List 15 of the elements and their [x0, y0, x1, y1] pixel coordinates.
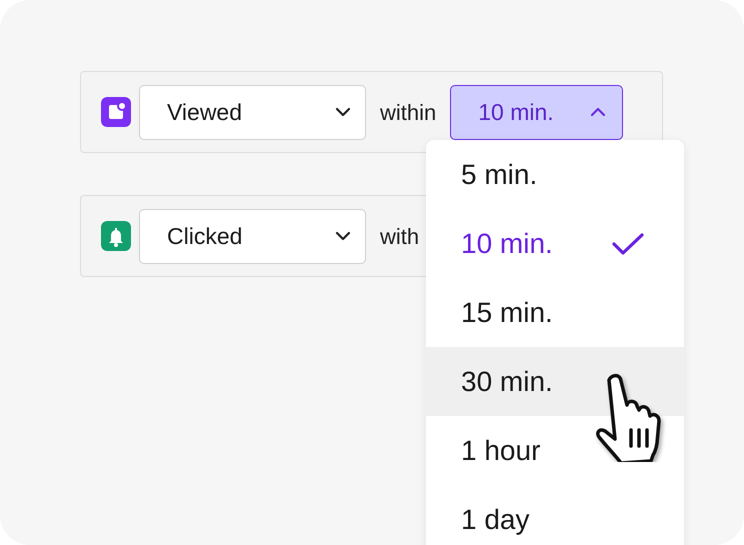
menu-option[interactable]: 15 min. [426, 278, 684, 347]
connector-label: within [380, 98, 436, 126]
menu-option[interactable]: 1 day [426, 485, 684, 545]
event-dropdown[interactable]: Viewed [139, 84, 366, 140]
check-icon [612, 232, 644, 256]
chevron-down-icon [335, 107, 351, 117]
menu-option[interactable]: 10 min. [426, 209, 684, 278]
duration-dropdown[interactable]: 10 min. [450, 84, 624, 140]
chevron-down-icon [335, 231, 351, 241]
event-dropdown[interactable]: Clicked [139, 208, 366, 264]
chevron-up-icon [590, 107, 606, 117]
connector-label: with [380, 222, 420, 250]
menu-option[interactable]: 5 min. [426, 140, 684, 209]
menu-option[interactable]: 1 hour [426, 416, 684, 485]
menu-option[interactable]: 30 min. [426, 347, 684, 416]
